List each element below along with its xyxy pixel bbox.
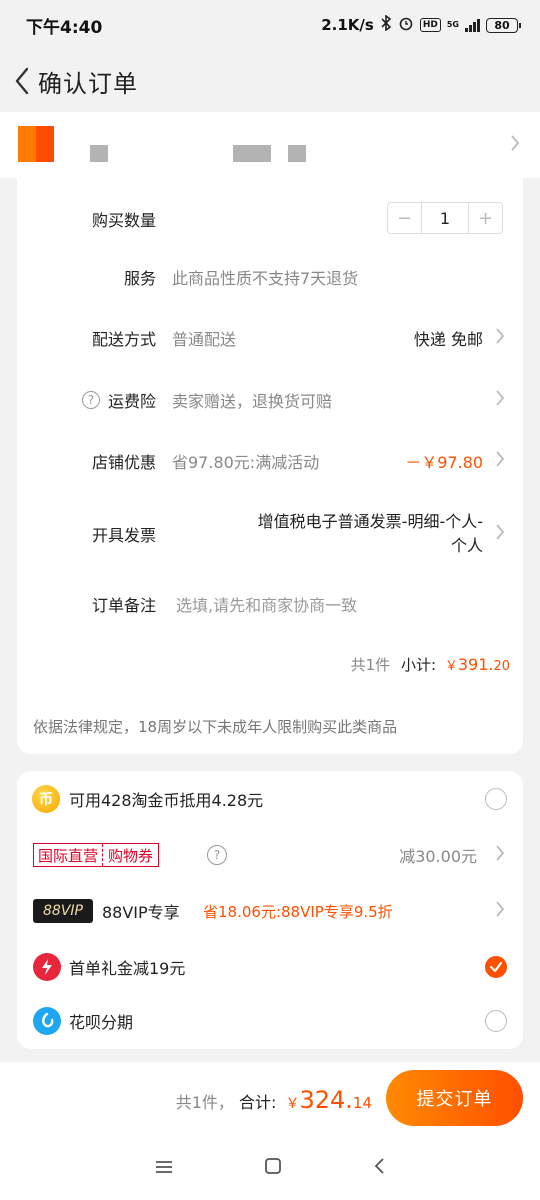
network-speed: 2.1K/s	[321, 16, 374, 34]
invoice-value[interactable]: 增值税电子普通发票-明细-个人-个人	[243, 510, 483, 558]
chevron-right-icon	[495, 523, 505, 545]
shipping-insurance-label-text: 运费险	[107, 392, 156, 411]
status-bar: 下午4:40 2.1K/s HD 5G 80	[0, 0, 540, 50]
shop-discount-row[interactable]: 店铺优惠 省97.80元:满减活动 －￥97.80	[17, 446, 523, 476]
redacted-text	[90, 145, 108, 162]
delivery-row[interactable]: 配送方式 普通配送 快递 免邮	[17, 323, 523, 353]
shop-discount-amount: －￥97.80	[405, 453, 483, 472]
back-button[interactable]	[8, 61, 36, 101]
submit-order-button[interactable]: 提交订单	[386, 1070, 523, 1126]
intl-badge-left: 国际直营	[38, 846, 99, 865]
subtotal-label: 小计:	[400, 656, 437, 674]
chevron-right-icon[interactable]	[510, 134, 520, 156]
benefits-card: 币 可用428淘金币抵用4.28元 国际直营 购物券 ? 减30.00元 88V…	[17, 771, 523, 1049]
shop-discount-value: 省97.80元:满减活动	[172, 453, 320, 472]
intl-badge-right: 购物券	[102, 844, 159, 866]
coin-icon: 币	[32, 785, 60, 813]
service-label: 服务	[123, 269, 156, 288]
redacted-text	[288, 145, 306, 162]
invoice-label: 开具发票	[91, 526, 156, 545]
shipping-insurance-value: 卖家赠送，退换货可赔	[172, 392, 333, 411]
intl-coupon-row[interactable]: 国际直营 购物券 ? 减30.00元	[17, 827, 523, 883]
signal-icon	[465, 18, 480, 32]
battery-level: 80	[494, 18, 510, 32]
chevron-right-icon	[495, 900, 505, 922]
huabei-icon	[33, 1007, 61, 1035]
system-nav-bar	[0, 1136, 540, 1200]
vip-value: 省18.06元:88VIP专享9.5折	[203, 902, 393, 921]
quantity-decrement-button[interactable]: −	[388, 203, 421, 233]
chevron-right-icon	[495, 450, 505, 472]
order-details-card: 购买数量 − 1 + 服务 此商品性质不支持7天退货 配送方式 普通配送 快递 …	[17, 176, 523, 754]
alarm-icon	[398, 15, 414, 35]
huabei-text: 花呗分期	[69, 1013, 134, 1032]
total-count: 共1件，	[175, 1093, 234, 1112]
bluetooth-icon	[380, 14, 392, 35]
coins-text: 可用428淘金币抵用4.28元	[69, 791, 264, 810]
help-icon[interactable]: ?	[81, 391, 100, 409]
intl-coupon-value: 减30.00元	[399, 847, 477, 866]
first-order-row[interactable]: 首单礼金减19元	[17, 939, 523, 995]
delivery-value: 普通配送	[172, 330, 237, 349]
chevron-right-icon	[495, 389, 505, 411]
chevron-right-icon	[495, 327, 505, 349]
first-order-checkbox[interactable]	[485, 956, 507, 978]
page-title: 确认订单	[38, 69, 138, 98]
status-icons: 2.1K/s HD 5G 80	[321, 14, 521, 35]
network-type: 5G	[446, 20, 459, 29]
subtotal-decimal: 20	[493, 659, 510, 674]
service-value: 此商品性质不支持7天退货	[172, 269, 359, 288]
quantity-label: 购买数量	[91, 211, 156, 230]
service-row: 服务 此商品性质不支持7天退货	[17, 262, 523, 292]
menu-icon[interactable]	[155, 1159, 173, 1178]
battery-icon: 80	[486, 17, 521, 33]
order-total: 共1件， 合计: ￥324.14	[176, 1086, 372, 1114]
chevron-left-icon	[15, 67, 29, 95]
subtotal-count: 共1件	[350, 656, 391, 674]
total-amount: 324.	[299, 1086, 353, 1114]
status-time: 下午4:40	[26, 17, 103, 38]
taobao-coins-row[interactable]: 币 可用428淘金币抵用4.28元	[17, 771, 523, 827]
back-icon[interactable]	[373, 1157, 385, 1179]
subtotal-currency: ￥	[444, 659, 458, 674]
quantity-value[interactable]: 1	[421, 203, 469, 233]
home-icon[interactable]	[264, 1157, 282, 1179]
hd-badge: HD	[419, 18, 441, 32]
delivery-option: 快递 免邮	[413, 330, 483, 349]
shipping-insurance-row[interactable]: ? 运费险 卖家赠送，退换货可赔	[17, 385, 523, 415]
subtotal-amount: 391.	[457, 655, 494, 674]
huabei-row[interactable]: 花呗分期	[17, 993, 523, 1049]
total-decimal: 14	[352, 1094, 372, 1112]
coins-radio[interactable]	[485, 788, 507, 810]
lightning-icon	[33, 953, 61, 981]
subtotal: 共1件 小计: ￥391.20	[351, 654, 510, 675]
vip-row[interactable]: 88VIP 88VIP专享 省18.06元:88VIP专享9.5折	[17, 883, 523, 939]
total-label: 合计:	[238, 1093, 277, 1112]
first-order-text: 首单礼金减19元	[69, 959, 186, 978]
store-logo	[18, 126, 54, 162]
shop-discount-label: 店铺优惠	[91, 453, 156, 472]
quantity-increment-button[interactable]: +	[469, 203, 502, 233]
redacted-text	[233, 145, 271, 162]
check-icon	[489, 961, 503, 973]
order-note-label: 订单备注	[91, 596, 156, 615]
vip-label: 88VIP专享	[102, 903, 180, 922]
intl-coupon-badge: 国际直营 购物券	[33, 843, 160, 867]
order-note-input[interactable]: 选填,请先和商家协商一致	[176, 592, 357, 616]
quantity-stepper[interactable]: − 1 +	[387, 202, 503, 234]
help-icon[interactable]: ?	[207, 845, 227, 865]
nav-bar: 确认订单	[0, 52, 540, 110]
shipping-insurance-label: ? 运费险	[81, 388, 156, 412]
vip-badge: 88VIP	[33, 899, 93, 923]
legal-notice: 依据法律规定，18周岁以下未成年人限制购买此类商品	[33, 718, 398, 736]
order-note-row[interactable]: 订单备注 选填,请先和商家协商一致	[17, 589, 523, 619]
delivery-label: 配送方式	[91, 330, 156, 349]
chevron-right-icon	[495, 844, 505, 866]
huabei-radio[interactable]	[485, 1010, 507, 1032]
total-currency: ￥	[285, 1096, 300, 1112]
checkout-bar: 共1件， 合计: ￥324.14 提交订单	[0, 1062, 540, 1136]
